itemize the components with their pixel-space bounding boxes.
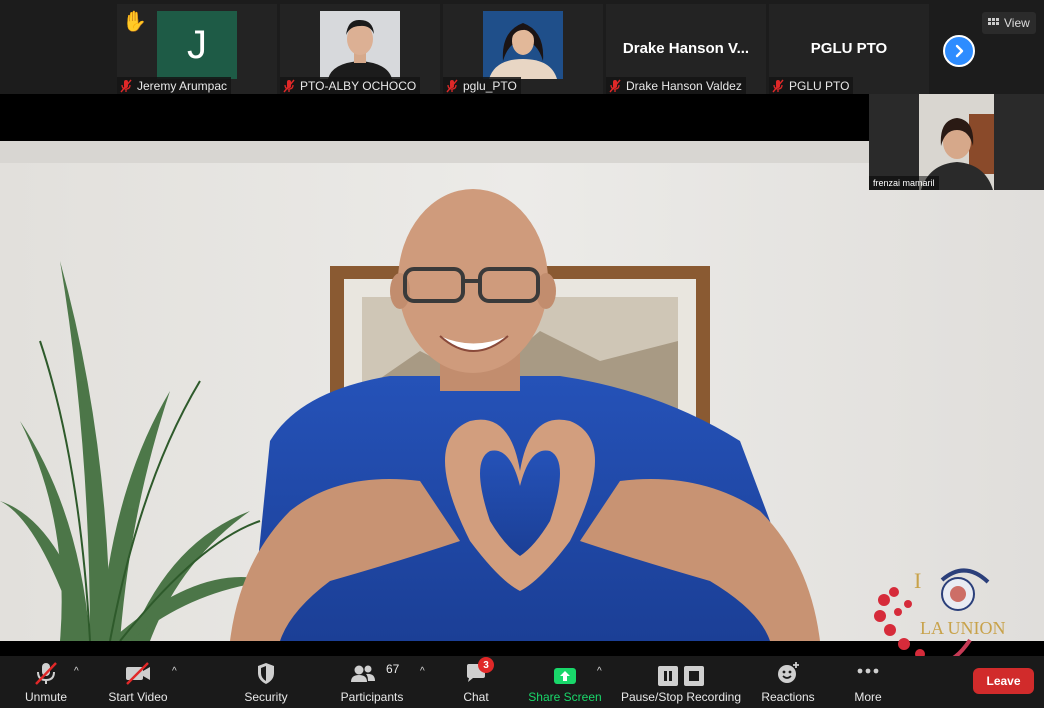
chat-label: Chat [463, 690, 489, 704]
mic-muted-icon [283, 79, 295, 92]
participant-name-bar: PGLU PTO [769, 77, 854, 94]
participant-tile[interactable]: Drake Hanson V... Drake Hanson Valdez [606, 4, 766, 94]
unmute-label: Unmute [24, 690, 68, 704]
next-page-button[interactable] [943, 35, 975, 67]
participant-tile[interactable]: pglu_PTO [443, 4, 603, 94]
participant-name-bar: Drake Hanson Valdez [606, 77, 746, 94]
participant-tile[interactable]: PTO-ALBY OCHOCO [280, 4, 440, 94]
participant-tile[interactable]: PGLU PTO PGLU PTO [769, 4, 929, 94]
avatar: J [157, 11, 237, 79]
chevron-right-icon [955, 44, 964, 58]
participant-video [483, 11, 563, 79]
participant-name-bar: pglu_PTO [443, 77, 521, 94]
mic-muted-icon [446, 79, 458, 92]
share-options-caret[interactable]: ^ [597, 666, 602, 677]
security-button[interactable]: Security [238, 656, 294, 708]
raised-hand-icon: ✋ [122, 11, 147, 33]
participant-name: PTO-ALBY OCHOCO [300, 78, 417, 93]
recording-label: Pause/Stop Recording [620, 690, 742, 704]
mic-muted-icon [772, 79, 784, 92]
participant-name: pglu_PTO [463, 78, 517, 93]
start-video-button[interactable]: Start Video [106, 656, 170, 708]
audio-options-caret[interactable]: ^ [74, 666, 79, 677]
participant-title: Drake Hanson V... [622, 40, 750, 57]
pause-stop-recording-button[interactable]: Pause/Stop Recording [620, 656, 742, 708]
participant-strip: J Jeremy Arumpac ✋ PTO-ALBY OCHOCO pglu_… [0, 0, 1044, 94]
self-view-name: frenzai mamaril [869, 176, 939, 190]
mic-off-icon [35, 662, 57, 685]
smiley-add-icon [778, 662, 799, 683]
security-label: Security [244, 690, 288, 704]
more-label: More [854, 690, 882, 704]
meeting-toolbar: Unmute ^ Start Video ^ Security Particip… [0, 656, 1044, 708]
participants-count: 67 [386, 662, 400, 676]
participant-name: Jeremy Arumpac [137, 78, 228, 93]
logo-text-place: LA UNION [920, 618, 1006, 638]
reactions-label: Reactions [761, 690, 815, 704]
view-label: View [1004, 16, 1030, 30]
participants-options-caret[interactable]: ^ [420, 666, 425, 677]
participant-name: PGLU PTO [789, 78, 850, 93]
chat-unread-badge: 3 [478, 657, 494, 673]
participant-video [320, 11, 400, 79]
view-button[interactable]: View [982, 12, 1036, 34]
participant-name-bar: PTO-ALBY OCHOCO [280, 77, 421, 94]
unmute-button[interactable]: Unmute [22, 656, 70, 708]
logo-text-i: I [914, 568, 921, 593]
leave-button[interactable]: Leave [973, 668, 1034, 694]
participant-name: Drake Hanson Valdez [626, 78, 742, 93]
more-dots-icon [857, 668, 879, 674]
participants-label: Participants [340, 690, 404, 704]
pause-icon [658, 666, 678, 686]
video-options-caret[interactable]: ^ [172, 666, 177, 677]
share-screen-icon [554, 668, 576, 684]
more-button[interactable]: More [848, 656, 888, 708]
mic-muted-icon [120, 79, 132, 92]
self-view-video[interactable]: frenzai mamaril [869, 94, 1044, 190]
reactions-button[interactable]: Reactions [758, 656, 818, 708]
start-video-label: Start Video [108, 690, 168, 704]
stop-icon [684, 666, 704, 686]
grid-icon [988, 17, 999, 25]
participant-name-bar: Jeremy Arumpac [117, 77, 232, 94]
participant-title: PGLU PTO [810, 40, 888, 57]
share-screen-label: Share Screen [528, 690, 602, 704]
share-screen-button[interactable]: Share Screen [528, 656, 602, 708]
video-off-icon [126, 662, 150, 685]
shield-icon [258, 663, 274, 684]
participants-icon [351, 665, 375, 682]
mic-muted-icon [609, 79, 621, 92]
